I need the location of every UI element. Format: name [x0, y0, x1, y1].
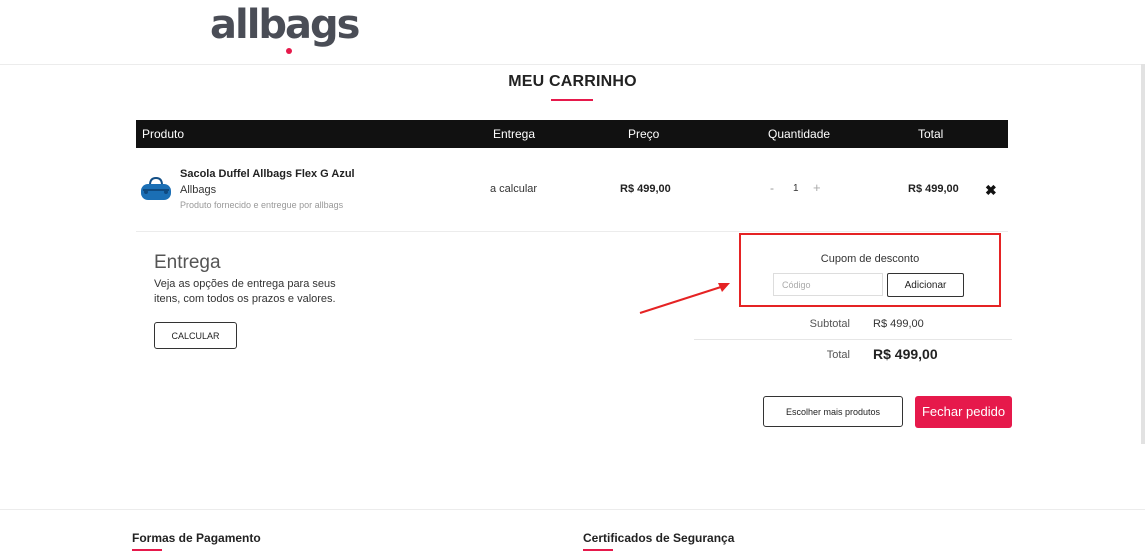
add-coupon-button[interactable]: Adicionar: [887, 273, 964, 297]
calculate-shipping-button[interactable]: CALCULAR: [154, 322, 237, 349]
footer-divider: [0, 509, 1145, 510]
title-underline: [551, 99, 593, 101]
header-quantity: Quantidade: [768, 127, 831, 141]
product-seller-note: Produto fornecido e entregue por allbags: [180, 200, 344, 210]
remove-item-icon[interactable]: ✖: [985, 182, 997, 199]
subtotal-label: Subtotal: [809, 318, 850, 330]
row-divider: [136, 231, 1008, 232]
logo-dot-icon: [286, 48, 292, 54]
header-price: Preço: [628, 127, 660, 141]
product-brand: Allbags: [180, 184, 217, 196]
item-price: R$ 499,00: [620, 183, 671, 195]
duffel-bag-icon[interactable]: [139, 176, 173, 202]
cart-table-header: Produto Entrega Preço Quantidade Total: [136, 120, 1008, 148]
quantity-decrease-button[interactable]: -: [770, 181, 774, 195]
header-shipping: Entrega: [493, 127, 536, 141]
total-value: R$ 499,00: [873, 346, 938, 362]
continue-shopping-button[interactable]: Escolher mais produtos: [763, 396, 903, 427]
coupon-label: Cupom de desconto: [820, 253, 920, 265]
summary-divider: [694, 339, 1012, 340]
payment-methods-title: Formas de Pagamento: [132, 531, 261, 545]
checkout-button[interactable]: Fechar pedido: [915, 396, 1012, 428]
total-label: Total: [826, 349, 850, 361]
page-title: MEU CARRINHO: [508, 73, 637, 90]
quantity-increase-button[interactable]: +: [813, 180, 821, 195]
shipping-title: Entrega: [154, 252, 221, 273]
allbags-logo[interactable]: allbags: [210, 2, 360, 54]
site-header: [0, 0, 1145, 65]
coupon-code-input[interactable]: [773, 273, 883, 296]
header-total: Total: [918, 127, 944, 141]
header-product: Produto: [142, 127, 185, 141]
security-certificates-title: Certificados de Segurança: [583, 531, 735, 545]
page-scrollbar[interactable]: [1141, 64, 1145, 444]
item-total: R$ 499,00: [908, 183, 959, 195]
product-name[interactable]: Sacola Duffel Allbags Flex G Azul: [180, 168, 355, 180]
quantity-value: 1: [793, 183, 799, 194]
logo-text: allbags: [210, 2, 360, 48]
shipping-description: Veja as opções de entrega para seus iten…: [154, 278, 336, 305]
subtotal-value: R$ 499,00: [873, 318, 924, 330]
annotation-arrow-icon: [639, 283, 730, 314]
item-shipping: a calcular: [490, 183, 538, 195]
